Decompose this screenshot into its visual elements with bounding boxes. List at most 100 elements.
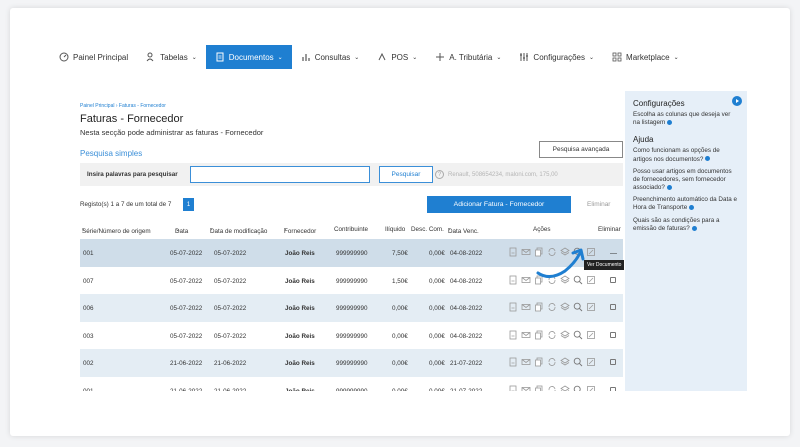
document-icon bbox=[216, 52, 224, 62]
pdf-icon[interactable] bbox=[508, 330, 518, 340]
cell-date: 21-06-2022 bbox=[170, 360, 203, 367]
search-button[interactable]: Pesquisar bbox=[379, 166, 433, 183]
email-icon[interactable] bbox=[521, 357, 531, 367]
nav-tabelas[interactable]: Tabelas ⌄ bbox=[137, 45, 206, 69]
help-item[interactable]: Preenchimento automático da Data e Hora … bbox=[633, 196, 739, 212]
cell-num: 003 bbox=[83, 332, 94, 340]
table-row[interactable]: 003 05-07-2022 05-07-2022 João Reis 99999999… bbox=[80, 322, 623, 350]
col-data-modificacao[interactable]: Data de modificação › bbox=[210, 226, 267, 235]
nav-tributaria[interactable]: A. Tributária ⌄ bbox=[426, 45, 510, 69]
convert-icon[interactable] bbox=[547, 385, 557, 392]
cell-amount: 0,00€ bbox=[392, 387, 408, 392]
nav-pos[interactable]: POS ⌄ bbox=[368, 45, 426, 69]
search-icon[interactable] bbox=[573, 330, 583, 340]
cell-nif: 999999990 bbox=[336, 387, 368, 392]
cell-num: 001 bbox=[83, 250, 94, 257]
search-label: Insira palavras para pesquisar bbox=[87, 171, 178, 178]
cell-due: 04-08-2022 bbox=[450, 305, 483, 312]
pagination-page[interactable]: 1 bbox=[183, 198, 194, 211]
table-row[interactable]: 001 21-06-2022 21-06-2022 João Reis 99999999… bbox=[80, 377, 623, 392]
copy-icon[interactable] bbox=[534, 302, 544, 312]
main-nav: Painel Principal Tabelas ⌄ Documentos ⌄ Co… bbox=[50, 45, 688, 69]
advanced-search-button[interactable]: Pesquisa avançada bbox=[539, 141, 623, 158]
delete-button[interactable]: Eliminar bbox=[587, 201, 610, 208]
search-input[interactable] bbox=[190, 166, 370, 183]
layers-icon[interactable] bbox=[560, 385, 570, 392]
cell-amount: 0,00€ bbox=[392, 305, 408, 312]
chevron-down-icon: ⌄ bbox=[277, 54, 283, 61]
play-video-icon[interactable] bbox=[732, 96, 742, 106]
search-icon[interactable] bbox=[573, 385, 583, 392]
simple-search-tab[interactable]: Pesquisa simples bbox=[80, 149, 142, 158]
cell-date: 05-07-2022 bbox=[170, 277, 203, 285]
email-icon[interactable] bbox=[521, 302, 531, 312]
col-serie[interactable]: Série/Número de origem › bbox=[82, 226, 151, 235]
add-invoice-button[interactable]: Adicionar Fatura - Fornecedor bbox=[427, 196, 571, 213]
table-row[interactable]: 006 05-07-2022 05-07-2022 João Reis 99999999… bbox=[80, 294, 623, 322]
nav-consultas[interactable]: Consultas ⌄ bbox=[292, 45, 369, 69]
config-link[interactable]: Escolha as colunas que deseja ver na lis… bbox=[633, 111, 739, 127]
cell-mod: 05-07-2022 bbox=[214, 305, 247, 312]
search-icon[interactable] bbox=[573, 357, 583, 367]
email-icon[interactable] bbox=[521, 330, 531, 340]
edit-icon[interactable] bbox=[586, 357, 596, 367]
help-item[interactable]: Quais são as condições para a emissão de… bbox=[633, 217, 739, 233]
delete-checkbox[interactable] bbox=[610, 386, 616, 391]
cell-due: 04-08-2022 bbox=[450, 250, 483, 257]
cell-date: 21-06-2022 bbox=[170, 387, 203, 392]
breadcrumb-home[interactable]: Painel Principal bbox=[80, 103, 114, 109]
col-acoes: Ações bbox=[533, 226, 551, 233]
pdf-icon[interactable] bbox=[508, 357, 518, 367]
cell-amount: 1,50€ bbox=[392, 277, 408, 285]
pdf-icon[interactable] bbox=[508, 275, 518, 285]
delete-checkbox[interactable] bbox=[610, 304, 616, 310]
nav-documentos[interactable]: Documentos ⌄ bbox=[205, 45, 292, 69]
app-window: Painel Principal Tabelas ⌄ Documentos ⌄ Co… bbox=[10, 8, 790, 436]
col-fornecedor[interactable]: Fornecedor › bbox=[284, 226, 316, 235]
edit-icon[interactable] bbox=[586, 385, 596, 392]
delete-checkbox[interactable] bbox=[610, 276, 616, 283]
delete-checkbox[interactable] bbox=[610, 359, 616, 365]
col-data[interactable]: Data ⌄ bbox=[175, 226, 188, 235]
convert-icon[interactable] bbox=[547, 302, 557, 312]
edit-icon[interactable] bbox=[586, 330, 596, 340]
nav-marketplace[interactable]: Marketplace ⌄ bbox=[603, 45, 688, 69]
delete-disabled: — bbox=[610, 250, 617, 257]
cell-disc: 0,00€ bbox=[429, 332, 445, 340]
copy-icon[interactable] bbox=[534, 385, 544, 392]
layers-icon[interactable] bbox=[560, 302, 570, 312]
cell-amount: 0,00€ bbox=[392, 360, 408, 367]
pdf-icon[interactable] bbox=[508, 385, 518, 392]
help-title: Ajuda bbox=[633, 135, 654, 145]
nav-configuracoes[interactable]: Configurações ⌄ bbox=[510, 45, 603, 69]
search-icon[interactable] bbox=[573, 302, 583, 312]
convert-icon[interactable] bbox=[547, 357, 557, 367]
cell-disc: 0,00€ bbox=[429, 250, 445, 257]
copy-icon[interactable] bbox=[534, 357, 544, 367]
help-item[interactable]: Como funcionam as opções de artigos nos … bbox=[633, 147, 739, 163]
cell-amount: 7,50€ bbox=[392, 250, 408, 257]
pdf-icon[interactable] bbox=[508, 302, 518, 312]
layers-icon[interactable] bbox=[560, 357, 570, 367]
edit-icon[interactable] bbox=[586, 302, 596, 312]
cell-num: 006 bbox=[83, 305, 94, 312]
col-data-venc[interactable]: Data Venc. › bbox=[448, 226, 479, 235]
cell-nif: 999999990 bbox=[336, 305, 368, 312]
copy-icon[interactable] bbox=[534, 330, 544, 340]
cell-supplier: João Reis bbox=[285, 305, 315, 312]
delete-checkbox[interactable] bbox=[610, 331, 616, 338]
layers-icon[interactable] bbox=[560, 330, 570, 340]
table-row[interactable]: 002 21-06-2022 21-06-2022 João Reis 99999999… bbox=[80, 349, 623, 377]
config-title: Configurações bbox=[633, 99, 685, 108]
pdf-icon[interactable] bbox=[508, 247, 518, 257]
info-icon bbox=[667, 120, 673, 125]
email-icon[interactable] bbox=[521, 385, 531, 392]
nav-label: Documentos bbox=[228, 52, 274, 62]
convert-icon[interactable] bbox=[547, 330, 557, 340]
info-icon bbox=[666, 184, 672, 190]
nav-label: Painel Principal bbox=[73, 52, 129, 62]
records-count: Registo(s) 1 a 7 de um total de 7 bbox=[80, 201, 172, 208]
nav-painel-principal[interactable]: Painel Principal bbox=[50, 45, 137, 69]
help-item[interactable]: Posso usar artigos em documentos de forn… bbox=[633, 168, 739, 193]
cell-disc: 0,00€ bbox=[429, 277, 445, 285]
